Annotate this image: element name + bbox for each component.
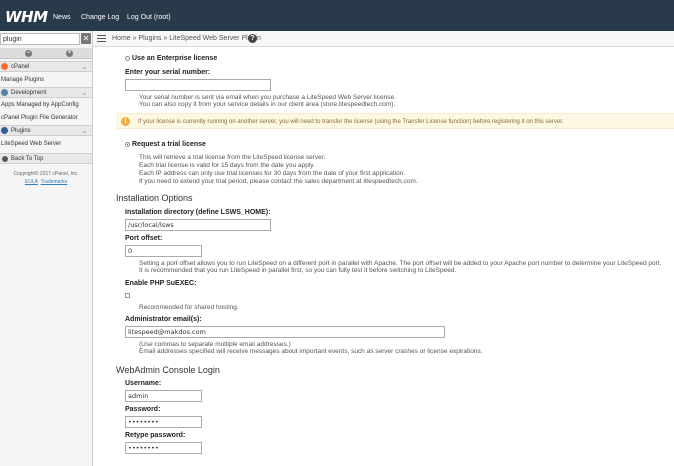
eula-link[interactable]: EULA: [25, 179, 38, 185]
arrow-up-icon: [2, 156, 8, 162]
serial-number-label: Enter your serial number:: [125, 69, 211, 76]
sidebar-item-apps-appconfig[interactable]: Apps Managed by AppConfig: [1, 102, 79, 108]
retype-password-input[interactable]: [125, 442, 202, 454]
footer-links: EULA Trademarks: [0, 179, 92, 185]
back-to-top-button[interactable]: Back To Top: [0, 153, 92, 164]
sidebar-item-litespeed[interactable]: LiteSpeed Web Server: [1, 141, 61, 147]
install-dir-input[interactable]: [125, 219, 271, 231]
installation-options-heading: Installation Options: [116, 193, 193, 203]
menu-toggle-icon[interactable]: [97, 35, 106, 43]
retype-password-label: Retype password:: [125, 432, 186, 439]
help-icon[interactable]: ?: [248, 34, 257, 43]
sidebar: ✕ − + cPanel ⌄ Manage Plugins Developmen…: [0, 31, 93, 466]
serial-hint-2: You can also copy it from your service d…: [139, 101, 396, 108]
sidebar-category-label: cPanel: [11, 64, 30, 70]
sidebar-category-label: Development: [11, 90, 47, 96]
password-label: Password:: [125, 406, 161, 413]
license-transfer-alert: ! If your license is currently running o…: [116, 113, 674, 129]
breadcrumb[interactable]: Home » Plugins » LiteSpeed Web Server Pl…: [112, 35, 261, 42]
serial-number-input[interactable]: [125, 79, 271, 91]
cpanel-icon: [1, 63, 8, 70]
nav-logout-link[interactable]: Log Out (root): [127, 14, 171, 21]
install-dir-label: Installation directory (define LSWS_HOME…: [125, 209, 271, 216]
collapse-all-button[interactable]: −: [25, 50, 32, 57]
suexec-label: Enable PHP SuEXEC:: [125, 280, 197, 287]
sidebar-category-development[interactable]: Development ⌄: [0, 87, 92, 98]
password-input[interactable]: [125, 416, 202, 428]
chevron-down-icon: ⌄: [81, 88, 88, 97]
warning-icon: !: [121, 117, 130, 126]
port-offset-hint-2: It is recommended that you run LiteSpeed…: [139, 267, 457, 274]
alert-text: If your license is currently running on …: [138, 119, 564, 125]
sidebar-item-manage-plugins[interactable]: Manage Plugins: [1, 77, 44, 83]
sidebar-item-plugin-file-generator[interactable]: cPanel Plugin File Generator: [1, 115, 78, 121]
trial-info-line-1: This will retrieve a trial license from …: [139, 154, 326, 161]
sidebar-category-cpanel[interactable]: cPanel ⌄: [0, 61, 92, 72]
nav-news-link[interactable]: News: [53, 14, 71, 21]
expand-all-button[interactable]: +: [66, 50, 73, 57]
development-icon: [1, 89, 8, 96]
trial-license-label: Request a trial license: [132, 141, 206, 148]
sidebar-category-plugins[interactable]: Plugins ⌄: [0, 125, 92, 136]
enterprise-license-label: Use an Enterprise license: [132, 55, 218, 62]
top-navbar: WHM News Change Log Log Out (root): [0, 0, 674, 31]
chevron-down-icon: ⌄: [81, 62, 88, 71]
back-to-top-label: Back To Top: [11, 156, 44, 162]
nav-changelog-link[interactable]: Change Log: [81, 14, 119, 21]
sidebar-category-label: Plugins: [11, 128, 31, 134]
trademarks-link[interactable]: Trademarks: [41, 179, 68, 185]
breadcrumb-bar: Home » Plugins » LiteSpeed Web Server Pl…: [93, 31, 674, 47]
chevron-down-icon: ⌄: [81, 126, 88, 135]
username-label: Username:: [125, 380, 162, 387]
admin-email-input[interactable]: [125, 326, 445, 338]
whm-logo[interactable]: WHM: [5, 8, 48, 26]
webadmin-heading: WebAdmin Console Login: [116, 365, 220, 375]
clear-search-button[interactable]: ✕: [81, 33, 91, 44]
port-offset-input[interactable]: [125, 245, 202, 257]
sidebar-search-input[interactable]: [0, 33, 80, 45]
trial-info-line-3: Each IP address can only use trial licen…: [139, 170, 406, 177]
admin-email-hint-2: Email addresses specified will receive m…: [139, 348, 483, 355]
sidebar-toggle-bar: − +: [0, 48, 92, 59]
trial-info-line-4: If you need to extend your trial period,…: [139, 178, 418, 185]
enterprise-license-radio[interactable]: [125, 56, 130, 61]
plugins-icon: [1, 127, 8, 134]
port-offset-label: Port offset:: [125, 235, 163, 242]
trial-info-line-2: Each trial license is valid for 15 days …: [139, 162, 315, 169]
username-input[interactable]: [125, 390, 202, 402]
copyright-text: Copyright© 2017 cPanel, Inc.: [13, 171, 79, 177]
suexec-checkbox[interactable]: [125, 293, 130, 298]
admin-email-label: Administrator email(s):: [125, 316, 202, 323]
trial-license-radio[interactable]: [125, 142, 130, 147]
suexec-hint: Recommended for shared hosting.: [139, 304, 239, 311]
